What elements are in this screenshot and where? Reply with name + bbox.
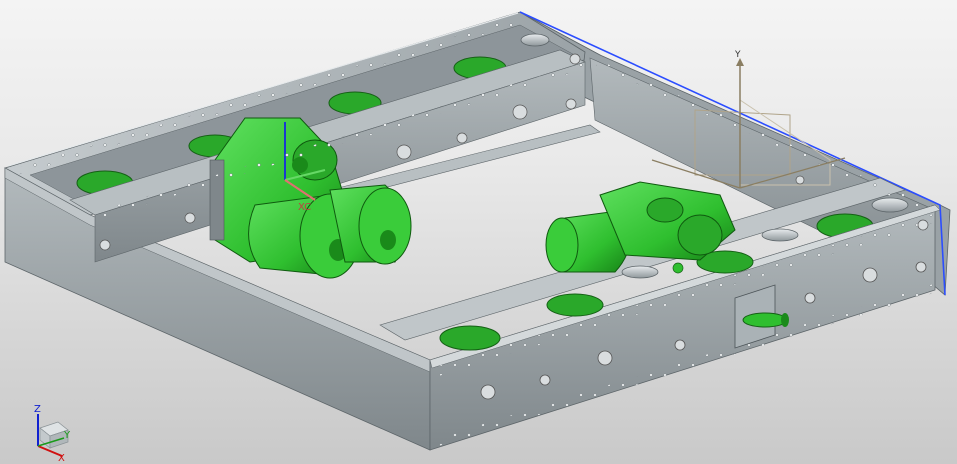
- datum-csys-y-label: Y: [734, 50, 741, 60]
- triad-z-label: Z: [34, 404, 41, 415]
- view-triad[interactable]: Z X Y: [34, 404, 71, 464]
- cad-graphics-window[interactable]: XC Y Z X Y: [0, 0, 957, 464]
- assembly-model[interactable]: XC Y Z X Y: [0, 0, 957, 464]
- triad-x-label: X: [58, 453, 65, 464]
- triad-y-label: Y: [63, 430, 71, 441]
- motor-csys-x-label: XC: [298, 202, 311, 213]
